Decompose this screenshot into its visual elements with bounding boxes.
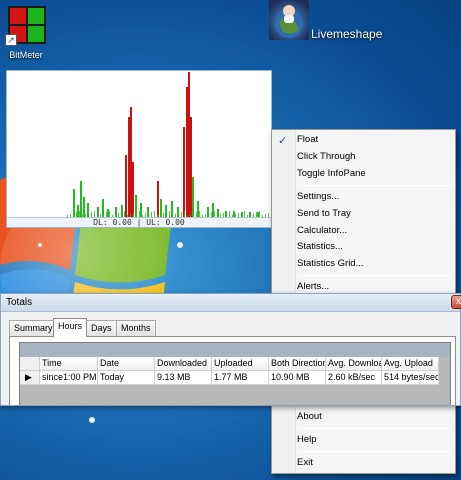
upload-spike xyxy=(73,189,75,217)
upload-spike xyxy=(140,203,142,217)
menu-item-toggle-infopane[interactable]: Toggle InfoPane xyxy=(297,165,453,182)
download-spike xyxy=(132,162,134,217)
column-header-downloaded[interactable]: Downloaded xyxy=(155,357,212,371)
grid-header-row: Time Date Downloaded Uploaded Both Direc… xyxy=(20,357,439,371)
cell-avg-download[interactable]: 2.60 kB/sec xyxy=(326,371,382,385)
column-header-time[interactable]: Time xyxy=(40,357,98,371)
row-pointer-icon: ▶ xyxy=(20,371,40,385)
row-selector-header xyxy=(20,357,40,371)
cell-downloaded[interactable]: 9.13 MB xyxy=(155,371,212,385)
download-spike xyxy=(188,72,190,217)
upload-spike xyxy=(77,205,79,217)
totals-window: Totals x Summary Hours Days Months Time … xyxy=(0,293,461,406)
column-header-both-direction[interactable]: Both Direction xyxy=(269,357,326,371)
cell-avg-upload[interactable]: 514 bytes/sec xyxy=(382,371,439,385)
upload-spike xyxy=(80,181,82,217)
close-button[interactable]: x xyxy=(451,295,461,309)
menu-item-about[interactable]: About xyxy=(297,408,453,425)
download-spike xyxy=(186,87,188,217)
tab-hours[interactable]: Hours xyxy=(53,318,88,337)
download-spike xyxy=(128,117,130,217)
download-spike xyxy=(125,155,127,217)
shortcut-arrow-icon: ↗ xyxy=(5,34,17,46)
column-header-uploaded[interactable]: Uploaded xyxy=(212,357,269,371)
menu-item-settings[interactable]: Settings... xyxy=(297,188,453,205)
menu-item-exit[interactable]: Exit xyxy=(297,454,453,471)
download-spike xyxy=(183,127,185,217)
column-header-date[interactable]: Date xyxy=(98,357,155,371)
cell-time[interactable]: since1:00 PM xyxy=(40,371,98,385)
upload-spike xyxy=(83,197,85,217)
bitmeter-shortcut-label: BitMeter xyxy=(9,50,43,60)
upload-spike xyxy=(171,201,173,217)
cell-uploaded[interactable]: 1.77 MB xyxy=(212,371,269,385)
menu-item-statistics[interactable]: Statistics... xyxy=(297,238,453,255)
window-title: Totals xyxy=(6,297,33,308)
cell-both-direction[interactable]: 10.90 MB xyxy=(269,371,326,385)
livemeshape-shortcut-label: Livemeshape xyxy=(311,27,383,41)
upload-spike xyxy=(192,177,194,217)
bitmeter-graph-window[interactable]: DL: 0.00 | UL: 0.00 xyxy=(6,70,272,228)
download-spike xyxy=(130,107,132,217)
upload-spike xyxy=(212,203,214,217)
upload-spike xyxy=(107,209,109,217)
download-spike xyxy=(190,117,192,217)
menu-item-statistics-grid[interactable]: Statistics Grid... xyxy=(297,255,453,272)
menu-item-float[interactable]: Float xyxy=(297,131,453,148)
check-icon: ✓ xyxy=(278,135,288,147)
menu-separator xyxy=(298,428,452,429)
totals-grid[interactable]: Time Date Downloaded Uploaded Both Direc… xyxy=(19,342,451,405)
menu-item-send-to-tray[interactable]: Send to Tray xyxy=(297,205,453,222)
column-header-avg-upload[interactable]: Avg. Upload xyxy=(382,357,439,371)
menu-separator xyxy=(298,275,452,276)
upload-spike xyxy=(197,201,199,217)
column-header-avg-download[interactable]: Avg. Downloa xyxy=(326,357,382,371)
hours-tab-panel: Time Date Downloaded Uploaded Both Direc… xyxy=(9,336,456,405)
totals-titlebar[interactable]: Totals x xyxy=(1,294,461,312)
menu-item-help[interactable]: Help xyxy=(297,431,453,448)
menu-item-calculator[interactable]: Calculator... xyxy=(297,222,453,239)
tab-days[interactable]: Days xyxy=(86,320,117,336)
menu-separator xyxy=(298,185,452,186)
menu-item-click-through[interactable]: Click Through xyxy=(297,148,453,165)
tab-months[interactable]: Months xyxy=(116,320,156,336)
grid-group-band xyxy=(20,343,450,357)
download-spike xyxy=(157,181,159,217)
table-row[interactable]: ▶ since1:00 PM Today 9.13 MB 1.77 MB 10.… xyxy=(20,371,439,385)
bandwidth-graph xyxy=(67,72,269,217)
cell-date[interactable]: Today xyxy=(98,371,155,385)
tab-summary[interactable]: Summary xyxy=(9,320,58,336)
graph-status-bar: DL: 0.00 | UL: 0.00 xyxy=(7,217,271,227)
globe-baby-icon xyxy=(269,0,309,40)
menu-separator xyxy=(298,451,452,452)
